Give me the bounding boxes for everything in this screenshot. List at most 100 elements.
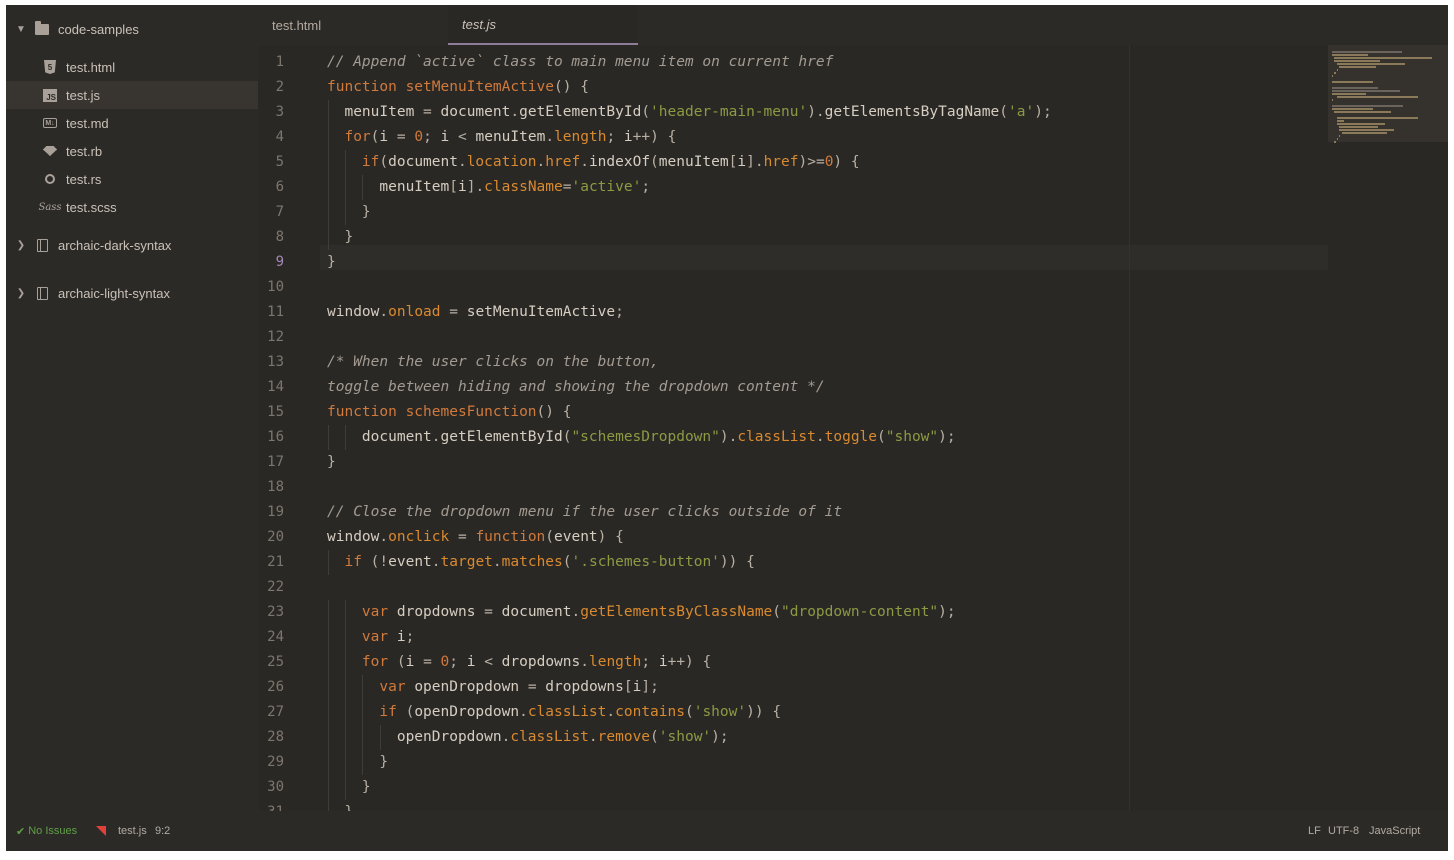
indent-guide [328,725,329,750]
indent-guide [328,125,329,150]
line-number[interactable]: 3 [276,100,284,125]
code-line[interactable]: openDropdown.classList.remove('show'); [327,725,729,750]
line-number[interactable]: 27 [267,700,284,725]
tree-file-test-scss[interactable]: Sass test.scss [6,193,258,221]
code-line[interactable]: var openDropdown = dropdowns[i]; [327,675,658,700]
minimap-line [1332,93,1366,95]
code-line[interactable]: } [327,750,388,775]
tree-project-archaic-dark-syntax[interactable]: ❯ archaic-dark-syntax [6,231,258,259]
tree-file-test-rs[interactable]: test.rs [6,165,258,193]
line-number[interactable]: 10 [267,275,284,300]
line-number[interactable]: 25 [267,650,284,675]
file-info[interactable]: test.js [96,811,147,851]
indent-guide [345,425,347,450]
code-line[interactable]: toggle between hiding and showing the dr… [327,375,825,400]
line-number[interactable]: 14 [267,375,284,400]
code-line[interactable]: menuItem[i].className='active'; [327,175,650,200]
line-number[interactable]: 23 [267,600,284,625]
line-number[interactable]: 20 [267,525,284,550]
line-number[interactable]: 17 [267,450,284,475]
indent-guide [379,725,381,750]
code-line[interactable]: for(i = 0; i < menuItem.length; i++) { [327,125,676,150]
issues-count: No Issues [28,825,78,837]
code-line[interactable]: } [327,450,336,475]
grammar-selector[interactable]: JavaScript [1369,811,1420,851]
line-number[interactable]: 7 [276,200,284,225]
indent-guide [328,800,329,811]
tree-file-test-html[interactable]: 5 test.html [6,53,258,81]
code-line[interactable]: if (!event.target.matches('.schemes-butt… [327,550,754,575]
line-number[interactable]: 19 [267,500,284,525]
code-line[interactable]: if (openDropdown.classList.contains('sho… [327,700,781,725]
sass-icon: Sass [38,201,62,213]
html5-icon: 5 [42,60,58,74]
code-line[interactable]: if(document.location.href.indexOf(menuIt… [327,150,860,175]
code-line[interactable]: window.onload = setMenuItemActive; [327,300,624,325]
line-number[interactable]: 21 [267,550,284,575]
tab-test-html[interactable]: test.html [258,5,448,45]
code-line[interactable]: var dropdowns = document.getElementsByCl… [327,600,956,625]
code-line[interactable]: } [327,775,371,800]
encoding-selector[interactable]: UTF-8 [1328,811,1359,851]
code-line[interactable]: var i; [327,625,414,650]
line-number[interactable]: 18 [267,475,284,500]
code-line[interactable]: // Append `active` class to main menu it… [327,50,833,75]
code-line[interactable]: } [327,200,371,225]
code-line[interactable]: function setMenuItemActive() { [327,75,589,100]
minimap-line [1334,141,1336,143]
linter-status[interactable]: ✔ No Issues [16,811,77,851]
line-number[interactable]: 2 [276,75,284,100]
line-number[interactable]: 13 [267,350,284,375]
minimap-line [1336,63,1406,65]
code-line[interactable]: } [327,800,353,811]
tree-file-label: test.html [66,59,116,75]
tree-file-label: test.rs [66,171,102,187]
indent-guide [328,675,329,700]
minimap-line [1334,60,1380,62]
line-number[interactable]: 8 [276,225,284,250]
line-number[interactable]: 15 [267,400,284,425]
code-line[interactable]: // Close the dropdown menu if the user c… [327,500,842,525]
code-line[interactable]: document.getElementById("schemesDropdown… [327,425,956,450]
minimap-line [1332,99,1334,101]
tree-file-test-rb[interactable]: test.rb [6,137,258,165]
line-number[interactable]: 12 [267,325,284,350]
minimap[interactable] [1328,45,1448,811]
minimap-line [1332,81,1373,83]
code-line[interactable]: function schemesFunction() { [327,400,571,425]
line-number[interactable]: 1 [276,50,284,75]
line-number[interactable]: 31 [267,800,284,811]
line-number[interactable]: 24 [267,625,284,650]
line-number[interactable]: 9 [276,250,284,275]
tree-file-test-md[interactable]: M↓ test.md [6,109,258,137]
atom-window: ▼ code-samples 5 test.html JS test.js M↓… [6,5,1448,851]
minimap-line [1332,54,1368,56]
line-number[interactable]: 5 [276,150,284,175]
code-line[interactable]: for (i = 0; i < dropdowns.length; i++) { [327,650,711,675]
line-number[interactable]: 30 [267,775,284,800]
code-line[interactable]: /* When the user clicks on the button, [327,350,659,375]
line-ending-selector[interactable]: LF [1308,811,1321,851]
line-number[interactable]: 29 [267,750,284,775]
line-number[interactable]: 22 [267,575,284,600]
text-editor[interactable]: 1 2 3 4 5 6 7 8 9 10 11 12 13 14 15 16 17 18 19 20 21 22 23 24 2… [258,45,1448,811]
line-number[interactable]: 26 [267,675,284,700]
code-line[interactable]: } [327,225,353,250]
line-number[interactable]: 28 [267,725,284,750]
line-number-gutter[interactable]: 1 2 3 4 5 6 7 8 9 10 11 12 13 14 15 16 17 18 19 20 21 22 23 24 2… [258,45,320,811]
line-number[interactable]: 6 [276,175,284,200]
tree-file-test-js[interactable]: JS test.js [6,81,258,109]
tree-project-archaic-light-syntax[interactable]: ❯ archaic-light-syntax [6,279,258,307]
code-line[interactable]: } [327,250,336,275]
line-number[interactable]: 11 [267,300,284,325]
code-line[interactable]: window.onclick = function(event) { [327,525,624,550]
line-number[interactable]: 4 [276,125,284,150]
cursor-position[interactable]: 9:2 [155,811,170,851]
code-line[interactable]: menuItem = document.getElementById('head… [327,100,1051,125]
tab-test-js[interactable]: test.js [448,5,638,45]
line-number[interactable]: 16 [267,425,284,450]
tree-root-code-samples[interactable]: ▼ code-samples [6,15,258,43]
minimap-line [1336,96,1419,98]
code-area[interactable]: // Append `active` class to main menu it… [327,45,1328,811]
indent-guide [328,625,329,650]
